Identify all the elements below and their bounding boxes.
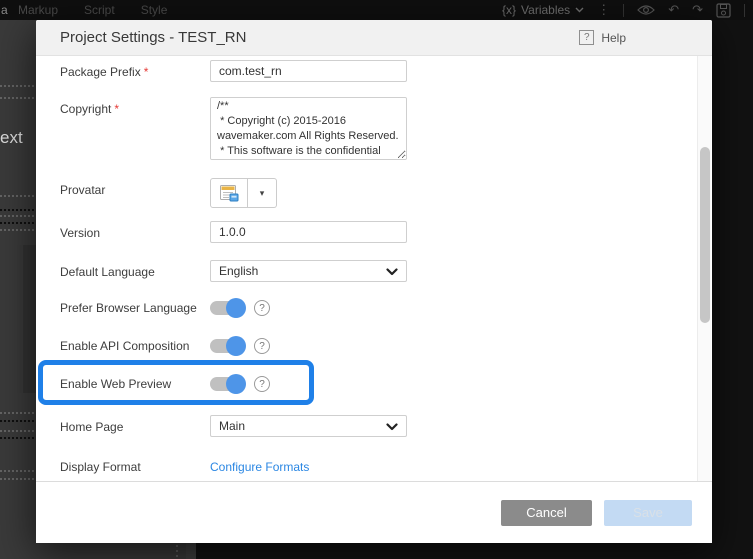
provatar-icon — [218, 182, 240, 204]
tab-script[interactable]: Script — [84, 3, 115, 17]
canvas-dotted-line — [0, 420, 36, 422]
field-label: Home Page — [60, 415, 210, 434]
canvas-dotted-line — [0, 478, 36, 480]
toggle-knob — [226, 298, 246, 318]
chevron-down-icon — [386, 268, 398, 276]
toolbar-divider — [623, 4, 624, 17]
field-label: Provatar — [60, 178, 210, 197]
field-row-default-language: Default Language English — [60, 260, 407, 282]
canvas-dotted-line — [0, 209, 36, 211]
dialog-scrollbar-thumb[interactable] — [700, 147, 710, 323]
selected-value: Main — [219, 419, 245, 433]
field-row-home-page: Home Page Main — [60, 415, 407, 437]
field-row-prefer-browser-language: Prefer Browser Language ? — [60, 296, 270, 318]
dialog-header: Project Settings - TEST_RN ? Help — [36, 20, 712, 56]
configure-formats-link[interactable]: Configure Formats — [210, 455, 309, 474]
field-label: Default Language — [60, 260, 210, 279]
canvas-dotted-line — [0, 97, 36, 99]
field-label: Prefer Browser Language — [60, 296, 210, 315]
copyright-textarea[interactable]: /** * Copyright (c) 2015-2016 wavemaker.… — [210, 97, 407, 160]
help-circle-icon[interactable]: ? — [254, 376, 270, 392]
required-asterisk: * — [144, 65, 149, 79]
field-label: Version — [60, 221, 210, 240]
tab-markup[interactable]: Markup — [18, 3, 58, 17]
canvas-dotted-line — [0, 412, 36, 414]
canvas-dotted-line — [0, 195, 36, 197]
save-floppy-icon[interactable] — [716, 3, 731, 18]
prefer-browser-language-toggle[interactable] — [210, 298, 244, 318]
chevron-down-icon — [575, 7, 584, 13]
canvas-partial-text: ext — [0, 128, 23, 148]
provatar-image-button[interactable] — [210, 178, 248, 208]
studio-topbar: a Markup Script Style {x} Variables ⋮ ↶ … — [0, 0, 753, 20]
dialog-body: Package Prefix* Copyright* /** * Copyrig… — [36, 56, 712, 501]
topbar-actions: {x} Variables ⋮ ↶ ↷ — [502, 0, 745, 20]
help-label: Help — [601, 31, 626, 45]
canvas-dotted-line — [0, 215, 36, 217]
variables-label: Variables — [521, 3, 570, 17]
field-label: Display Format — [60, 455, 210, 474]
field-label: Enable Web Preview — [60, 372, 210, 391]
dialog-footer: Cancel Save — [36, 481, 712, 543]
required-asterisk: * — [114, 102, 119, 116]
caret-down-icon: ▾ — [260, 188, 265, 199]
canvas-dotted-line — [0, 222, 36, 224]
field-row-display-format: Display Format Configure Formats — [60, 455, 309, 474]
enable-web-preview-toggle[interactable] — [210, 374, 244, 394]
save-button[interactable]: Save — [604, 500, 692, 526]
field-row-version: Version — [60, 221, 407, 243]
home-page-select[interactable]: Main — [210, 415, 407, 437]
version-input[interactable] — [210, 221, 407, 243]
chevron-down-icon — [386, 423, 398, 431]
canvas-dotted-line — [0, 85, 36, 87]
variables-x-icon: {x} — [502, 3, 516, 17]
help-circle-icon[interactable]: ? — [254, 300, 270, 316]
tab-style[interactable]: Style — [141, 3, 168, 17]
project-settings-dialog: Project Settings - TEST_RN ? Help Packag… — [36, 20, 712, 543]
preview-eye-icon[interactable] — [637, 4, 655, 16]
dialog-scrollbar-track[interactable] — [697, 56, 711, 500]
toggle-knob — [226, 374, 246, 394]
enable-api-composition-toggle[interactable] — [210, 336, 244, 356]
field-label: Copyright* — [60, 97, 210, 116]
canvas-image-placeholder — [17, 245, 36, 393]
field-row-enable-api-composition: Enable API Composition ? — [60, 334, 270, 356]
canvas-dotted-line — [0, 470, 36, 472]
field-row-provatar: Provatar ▾ — [60, 178, 277, 208]
partial-tab-fragment: a — [1, 3, 8, 17]
selected-value: English — [219, 264, 258, 278]
field-row-copyright: Copyright* /** * Copyright (c) 2015-2016… — [60, 97, 407, 160]
dialog-title: Project Settings - TEST_RN — [60, 29, 246, 46]
help-circle-icon: ? — [579, 30, 594, 45]
field-row-enable-web-preview: Enable Web Preview ? — [60, 372, 270, 394]
help-circle-icon[interactable]: ? — [254, 338, 270, 354]
field-row-package-prefix: Package Prefix* — [60, 60, 407, 82]
provatar-dropdown-button[interactable]: ▾ — [248, 178, 277, 208]
field-label: Package Prefix* — [60, 60, 210, 79]
default-language-select[interactable]: English — [210, 260, 407, 282]
provatar-picker: ▾ — [210, 178, 277, 208]
field-label: Enable API Composition — [60, 334, 210, 353]
toggle-knob — [226, 336, 246, 356]
cancel-button[interactable]: Cancel — [501, 500, 592, 526]
variables-menu[interactable]: {x} Variables — [502, 3, 584, 17]
help-button[interactable]: ? Help — [579, 30, 626, 45]
canvas-dotted-line — [0, 229, 36, 231]
topbar-tabs: Markup Script Style — [18, 0, 167, 20]
undo-icon[interactable]: ↶ — [668, 0, 679, 20]
canvas-dotted-line — [0, 437, 36, 439]
package-prefix-input[interactable] — [210, 60, 407, 82]
redo-icon[interactable]: ↷ — [692, 0, 703, 20]
canvas-dotted-line — [0, 430, 36, 432]
toolbar-divider — [744, 4, 745, 17]
kebab-menu-icon[interactable]: ⋮ — [597, 0, 610, 20]
